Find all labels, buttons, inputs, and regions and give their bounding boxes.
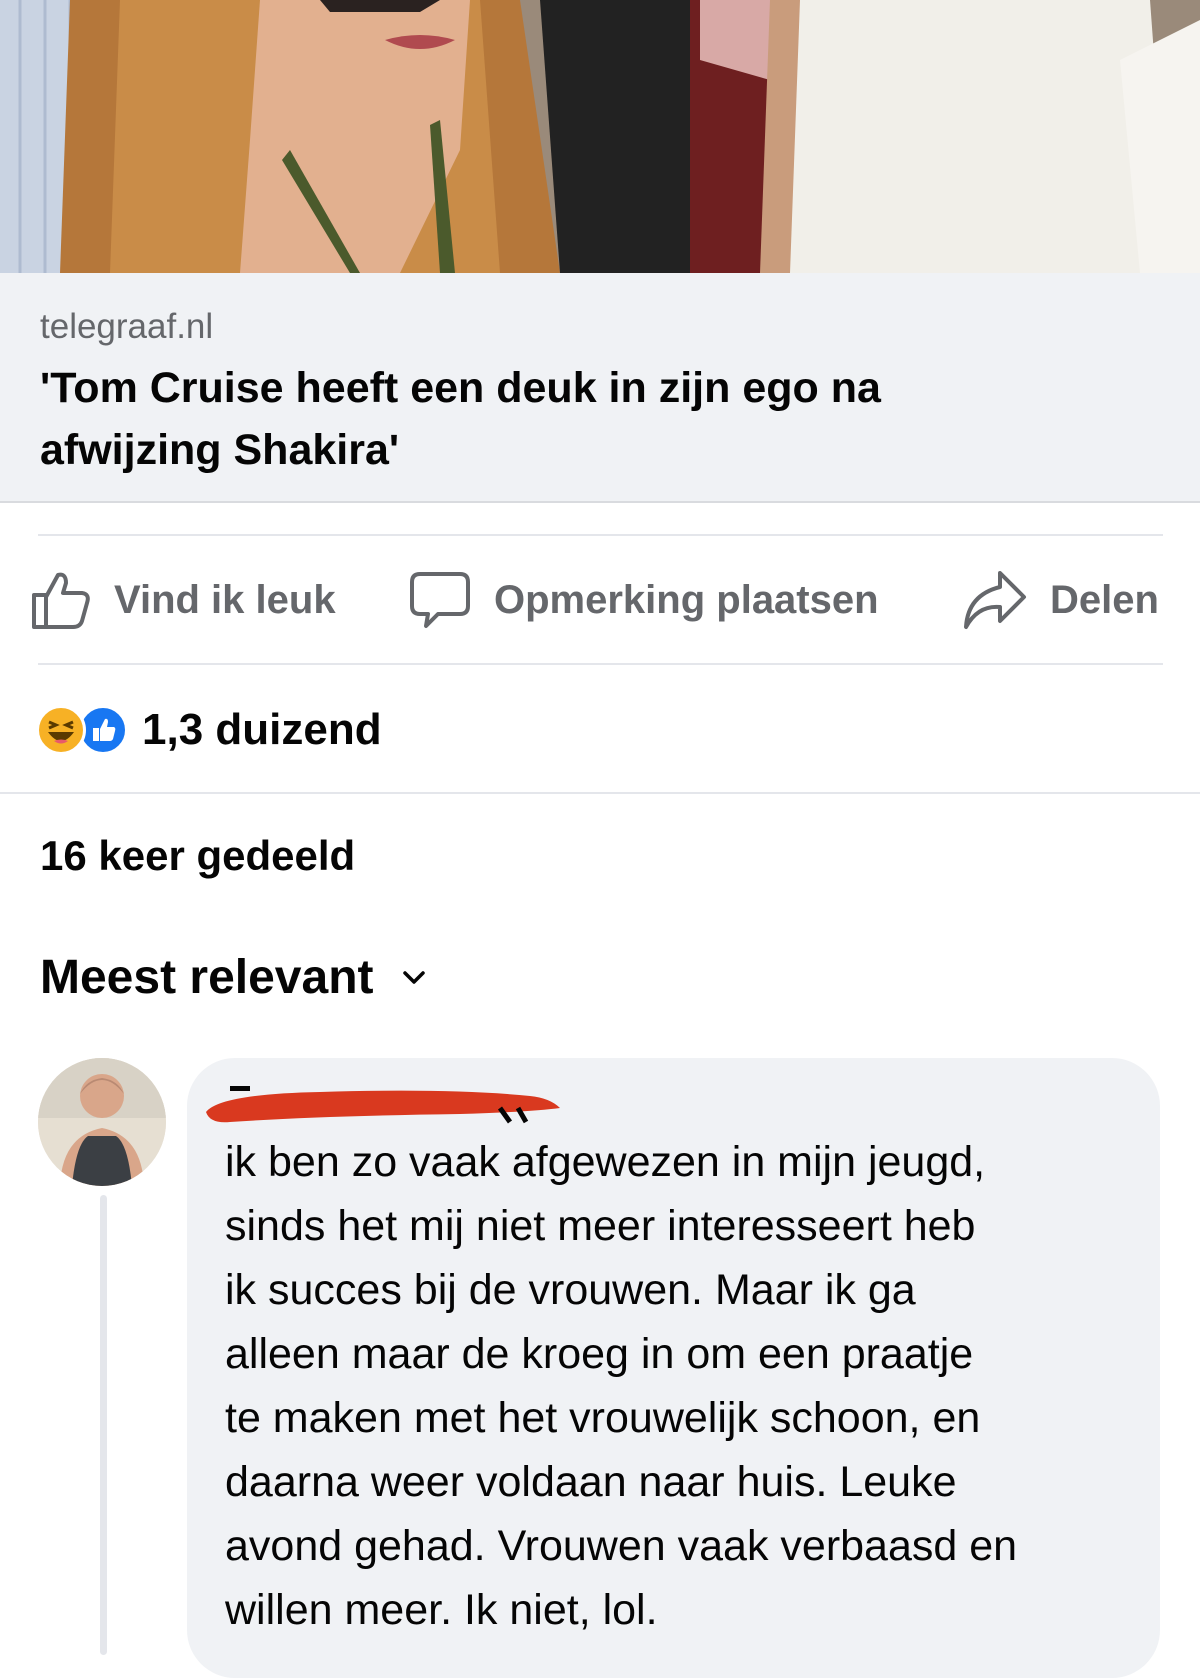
comment-line: ik ben zo vaak afgewezen in mijn jeugd, xyxy=(225,1138,986,1186)
comment-label: Opmerking plaatsen xyxy=(494,577,879,622)
divider xyxy=(0,792,1200,794)
comment-line: te maken met het vrouwelijk schoon, en xyxy=(225,1394,981,1442)
reaction-count: 1,3 duizend xyxy=(142,705,382,754)
sort-label: Meest relevant xyxy=(40,951,374,1004)
comment-line: alleen maar de kroeg in om een praatje xyxy=(225,1330,974,1378)
link-preview-card[interactable]: telegraaf.nl 'Tom Cruise heeft een deuk … xyxy=(0,273,1200,503)
comment-line: sinds het mij niet meer interesseert heb xyxy=(225,1202,976,1250)
link-title-line: afwijzing Shakira' xyxy=(40,426,400,474)
divider xyxy=(38,663,1163,665)
comment-line: daarna weer voldaan naar huis. Leuke xyxy=(225,1458,957,1506)
link-domain: telegraaf.nl xyxy=(40,307,214,346)
share-count[interactable]: 16 keer gedeeld xyxy=(40,832,355,880)
comment-thread-line xyxy=(100,1195,107,1655)
article-photo[interactable] xyxy=(0,0,1200,273)
chevron-down-icon xyxy=(402,970,425,984)
link-title[interactable]: 'Tom Cruise heeft een deuk in zijn ego n… xyxy=(40,357,1080,481)
comment-line: ik succes bij de vrouwen. Maar ik ga xyxy=(225,1266,916,1314)
link-title-line: 'Tom Cruise heeft een deuk in zijn ego n… xyxy=(40,364,881,412)
divider xyxy=(38,534,1163,536)
comment-sort-dropdown[interactable]: Meest relevant xyxy=(40,950,426,1005)
share-button[interactable]: Delen xyxy=(962,560,1159,640)
haha-icon xyxy=(36,705,86,755)
like-button[interactable]: Vind ik leuk xyxy=(30,560,336,640)
redacted-commenter-name xyxy=(206,1086,560,1124)
reactions-summary[interactable]: 1,3 duizend xyxy=(36,700,382,760)
like-label: Vind ik leuk xyxy=(114,577,336,622)
thumbs-up-icon xyxy=(32,572,90,629)
comment-button[interactable]: Opmerking plaatsen xyxy=(408,560,879,640)
share-arrow-icon xyxy=(964,571,1026,629)
share-label: Delen xyxy=(1050,577,1159,622)
comment-line: avond gehad. Vrouwen vaak verbaasd en xyxy=(225,1522,1018,1570)
speech-bubble-icon xyxy=(410,572,470,628)
comment-text: ik ben zo vaak afgewezen in mijn jeugd, … xyxy=(225,1130,1125,1642)
avatar[interactable] xyxy=(38,1058,166,1186)
comment-line: willen meer. Ik niet, lol. xyxy=(225,1586,658,1634)
